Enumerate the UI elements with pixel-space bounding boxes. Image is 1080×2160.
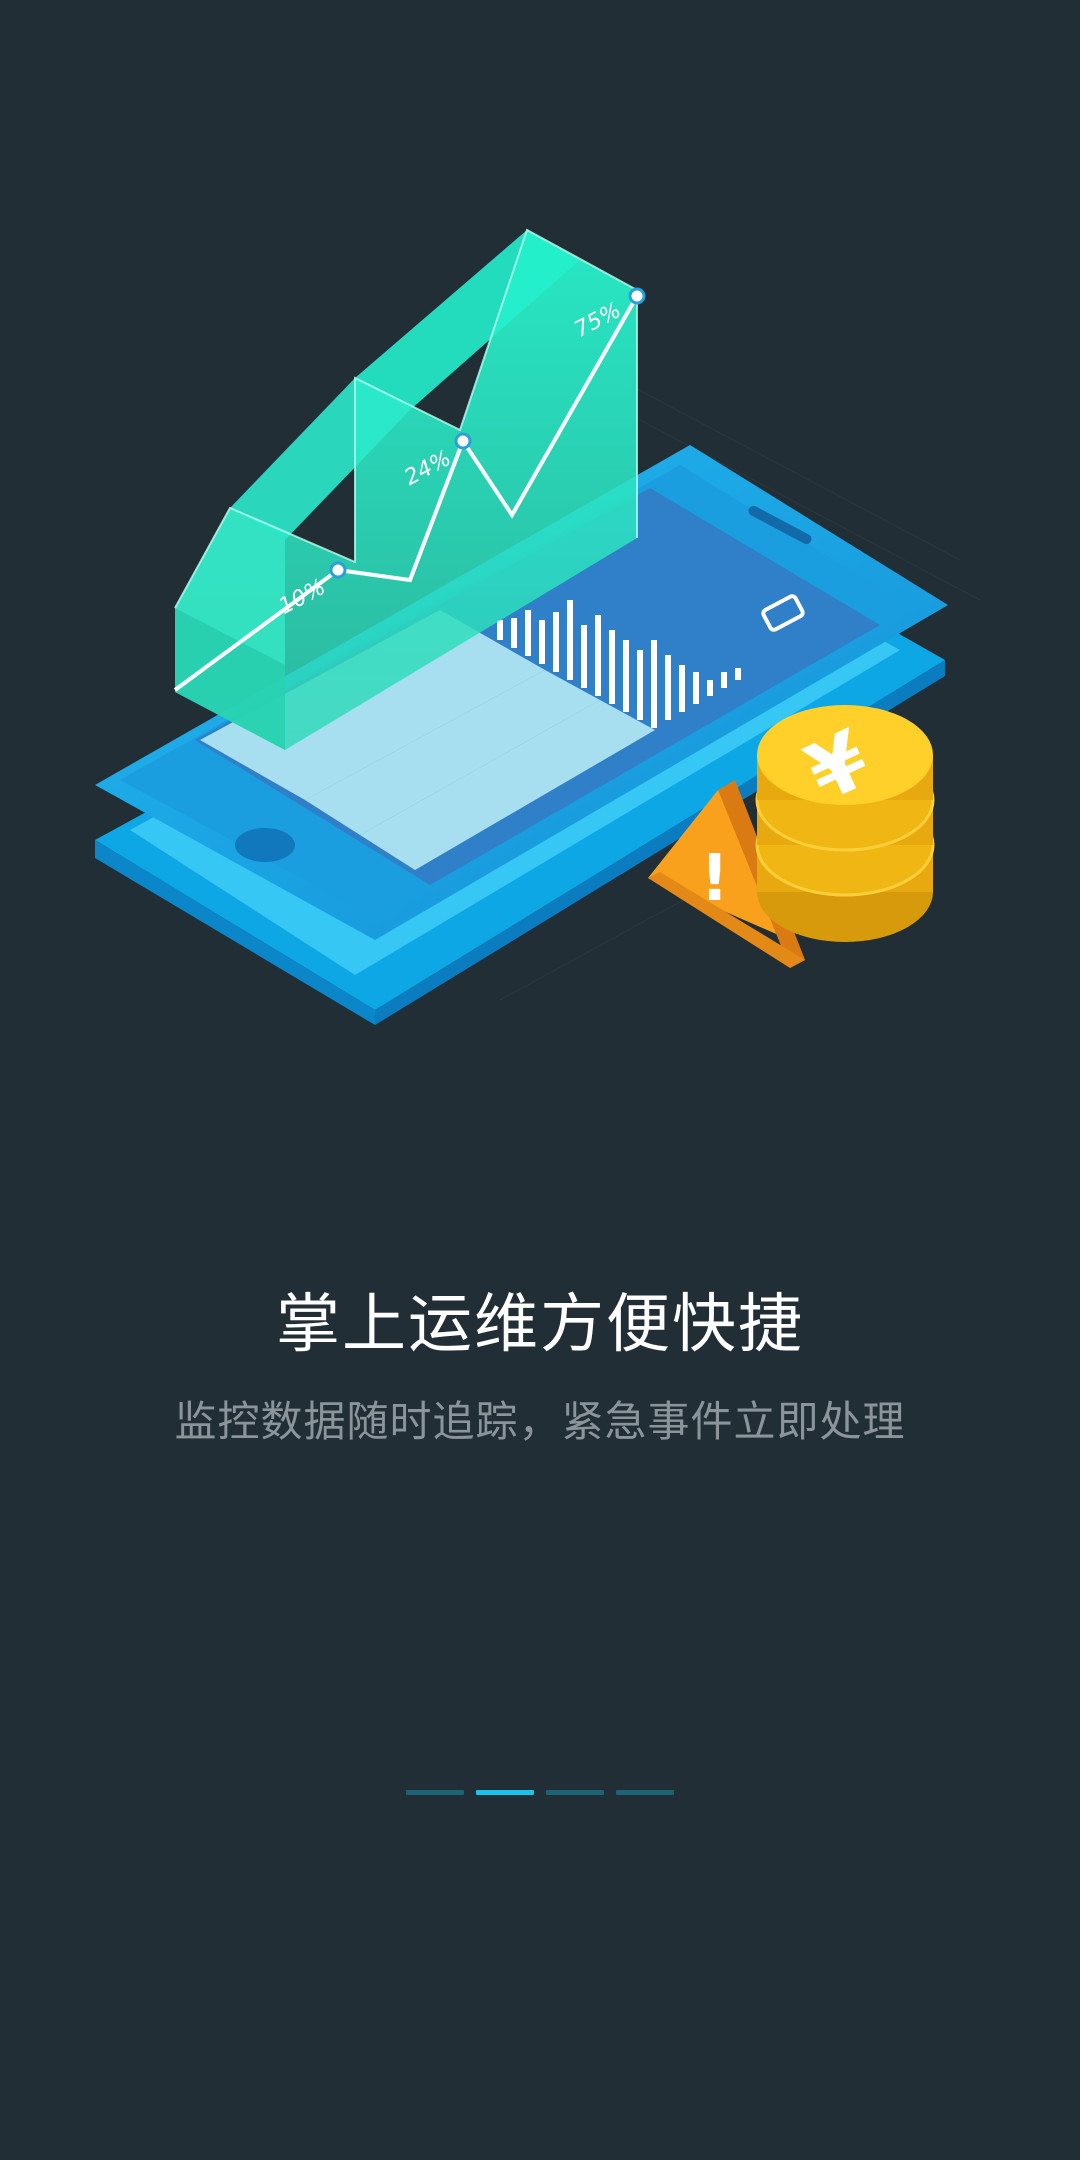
page-subtitle: 监控数据随时追踪，紧急事件立即处理 xyxy=(174,1397,906,1446)
operations-illustration: 10% 24% 75% ! ¥ xyxy=(95,228,981,1025)
onboarding-screen[interactable]: 10% 24% 75% ! ¥ 掌上运维方便快捷 监控数据随时追踪，紧急事件立即… xyxy=(0,0,1080,2160)
page-indicator-dot-3[interactable] xyxy=(546,1790,604,1795)
page-indicator-dot-4[interactable] xyxy=(616,1790,674,1795)
page-indicator-dot-2[interactable] xyxy=(476,1790,534,1795)
page-indicator xyxy=(0,1790,1080,1796)
page-title: 掌上运维方便快捷 xyxy=(276,1288,804,1362)
page-indicator-dot-1[interactable] xyxy=(406,1790,464,1795)
coin-stack-icon: ¥ xyxy=(755,705,935,942)
svg-text:!: ! xyxy=(700,842,729,916)
